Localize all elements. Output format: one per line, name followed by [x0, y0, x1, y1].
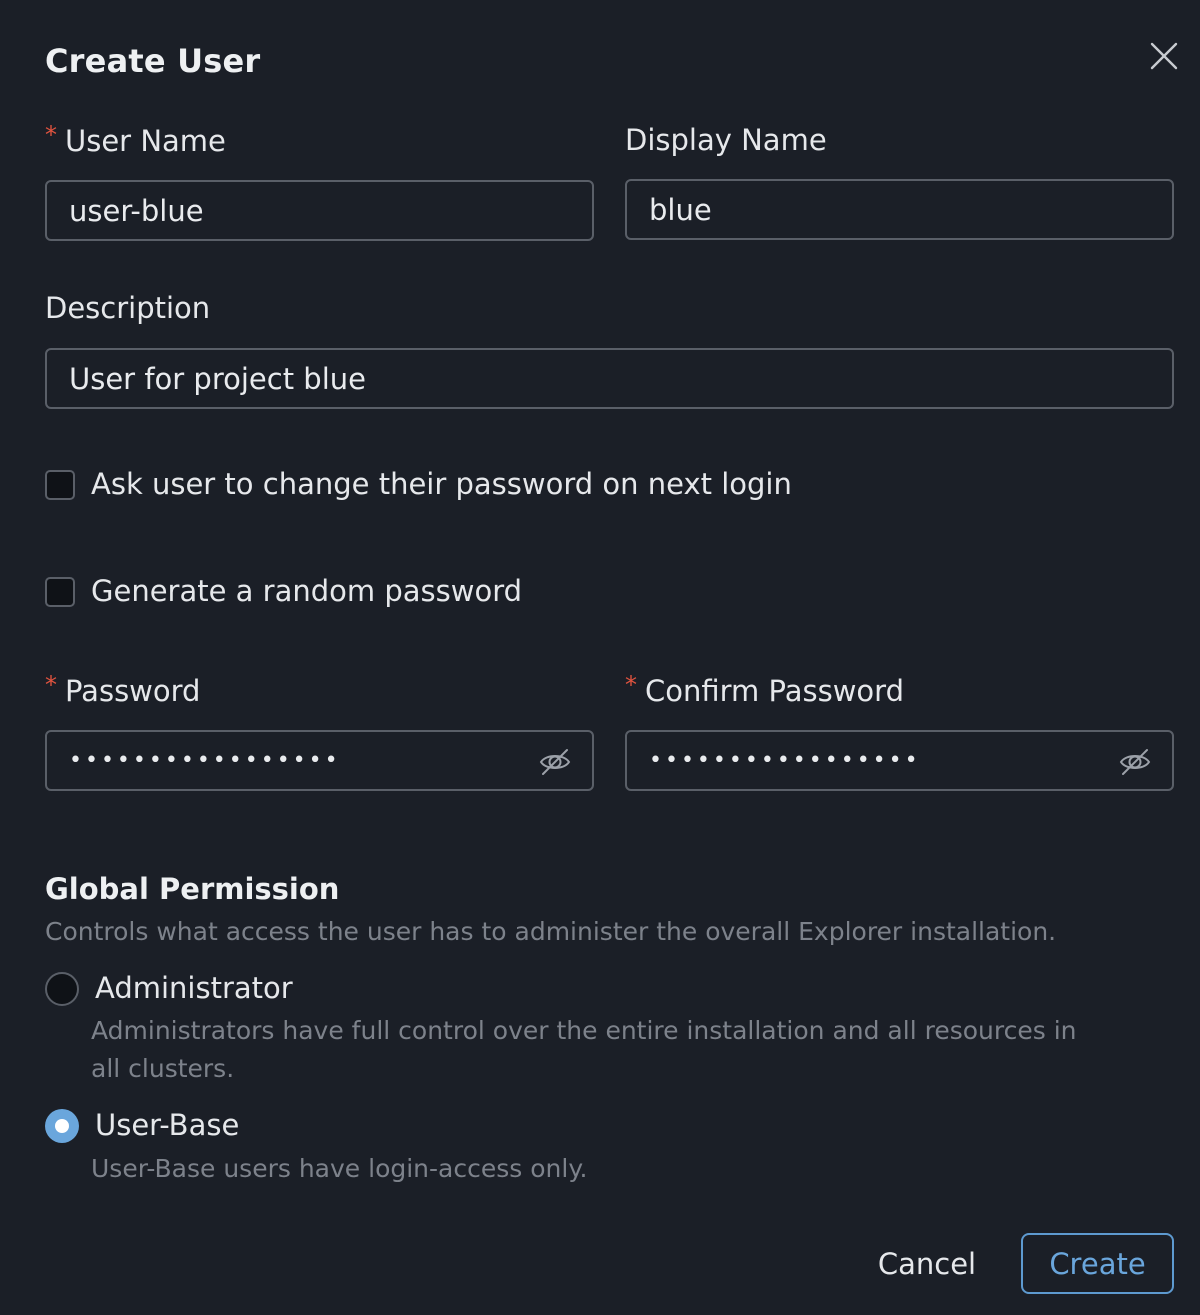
- display-name-label: Display Name: [625, 123, 827, 157]
- cancel-button[interactable]: Cancel: [862, 1234, 992, 1294]
- username-label-text: User Name: [65, 124, 226, 158]
- radio-administrator-label: Administrator: [95, 971, 293, 1005]
- eye-slash-icon: [539, 749, 571, 775]
- random-password-label: Generate a random password: [91, 574, 523, 608]
- password-input[interactable]: •••••••••••••••••: [45, 730, 594, 791]
- password-label: * Password: [45, 671, 201, 708]
- create-user-dialog: Create User * User Name user-blue Display…: [0, 0, 1200, 1315]
- display-name-value: blue: [649, 192, 712, 227]
- password-label-text: Password: [65, 674, 201, 708]
- description-value: User for project blue: [69, 361, 366, 396]
- eye-slash-icon: [1119, 749, 1151, 775]
- create-button[interactable]: Create: [1021, 1233, 1174, 1294]
- username-value: user-blue: [69, 193, 204, 228]
- required-marker: *: [45, 121, 57, 149]
- global-permission-title: Global Permission: [45, 872, 340, 906]
- random-password-checkbox[interactable]: [45, 577, 75, 607]
- confirm-password-visibility-toggle[interactable]: [1118, 745, 1152, 779]
- confirm-password-input[interactable]: •••••••••••••••••: [625, 730, 1174, 791]
- administrator-description: Administrators have full control over th…: [91, 1016, 1077, 1083]
- global-permission-description: Controls what access the user has to adm…: [45, 917, 1057, 946]
- password-masked-value: •••••••••••••••••: [69, 748, 341, 773]
- required-marker: *: [625, 671, 637, 699]
- display-name-input[interactable]: blue: [625, 179, 1174, 240]
- required-marker: *: [45, 671, 57, 699]
- confirm-password-masked-value: •••••••••••••••••: [649, 748, 921, 773]
- confirm-password-label: * Confirm Password: [625, 671, 904, 708]
- username-label: * User Name: [45, 121, 226, 158]
- description-label: Description: [45, 291, 211, 325]
- close-icon: [1150, 42, 1178, 70]
- dialog-title: Create User: [45, 42, 261, 80]
- description-input[interactable]: User for project blue: [45, 348, 1174, 409]
- radio-selected-dot: [55, 1119, 69, 1133]
- user-base-description: User-Base users have login-access only.: [91, 1154, 588, 1183]
- close-button[interactable]: [1146, 38, 1182, 74]
- password-visibility-toggle[interactable]: [538, 745, 572, 779]
- confirm-password-label-text: Confirm Password: [645, 674, 904, 708]
- change-password-checkbox[interactable]: [45, 470, 75, 500]
- radio-user-base[interactable]: [45, 1109, 79, 1143]
- radio-administrator[interactable]: [45, 972, 79, 1006]
- radio-user-base-label: User-Base: [95, 1108, 240, 1142]
- change-password-label: Ask user to change their password on nex…: [91, 467, 792, 501]
- username-input[interactable]: user-blue: [45, 180, 594, 241]
